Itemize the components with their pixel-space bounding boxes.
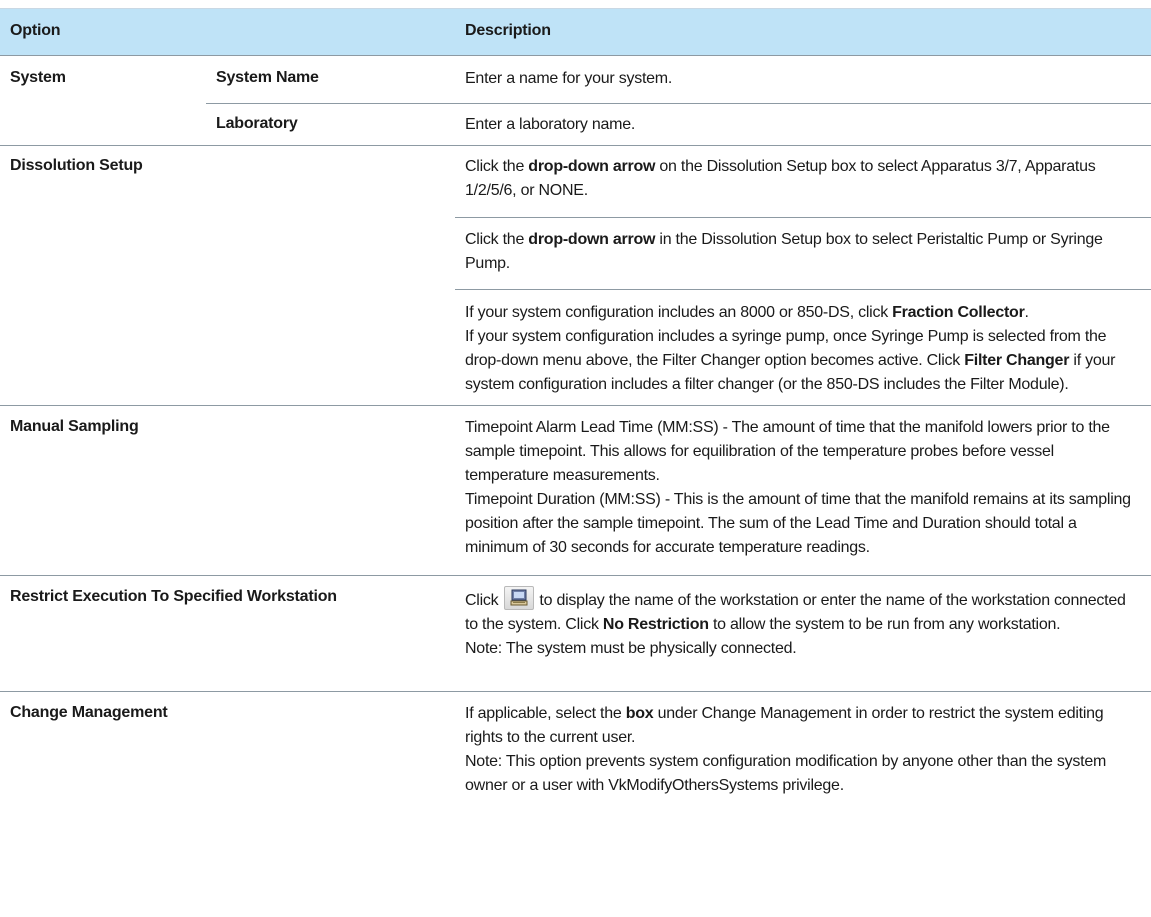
table-row-system-name: System System Name Enter a name for your…: [0, 56, 1151, 104]
option-system: System: [10, 69, 66, 86]
table-row-change-management: Change Management If applicable, select …: [0, 692, 1151, 800]
description-dissolution-pump: Click the drop-down arrow in the Dissolu…: [465, 231, 1103, 272]
description-change-management: If applicable, select the box under Chan…: [465, 705, 1107, 794]
options-table: Option Description System System Name En…: [0, 9, 1151, 800]
description-dissolution-apparatus: Click the drop-down arrow on the Dissolu…: [465, 158, 1096, 199]
option-manual-sampling: Manual Sampling: [10, 418, 139, 435]
header-description: Description: [465, 22, 551, 39]
row-divider: [455, 289, 1151, 290]
row-divider: [455, 217, 1151, 218]
table-row-manual-sampling: Manual Sampling Timepoint Alarm Lead Tim…: [0, 406, 1151, 576]
description-restrict-execution: Click to display the name of the workstat…: [465, 586, 1141, 661]
description-manual-sampling: Timepoint Alarm Lead Time (MM:SS) - The …: [465, 419, 1131, 556]
description-laboratory: Enter a laboratory name.: [465, 116, 636, 133]
table-row-dissolution-setup: Dissolution Setup Click the drop-down ar…: [0, 146, 1151, 406]
table-row-laboratory: Laboratory Enter a laboratory name.: [0, 103, 1151, 146]
table-row-restrict-execution: Restrict Execution To Specified Workstat…: [0, 576, 1151, 692]
workstation-computer-icon[interactable]: [504, 586, 535, 610]
description-dissolution-collector: If your system configuration includes an…: [465, 304, 1116, 393]
option-change-management: Change Management: [10, 704, 168, 721]
suboption-system-name: System Name: [216, 69, 319, 86]
option-dissolution-setup: Dissolution Setup: [10, 157, 143, 174]
header-option: Option: [10, 22, 61, 39]
description-system-name: Enter a name for your system.: [465, 70, 673, 87]
table-header: Option Description: [0, 9, 1151, 56]
option-restrict-execution: Restrict Execution To Specified Workstat…: [10, 588, 337, 605]
suboption-laboratory: Laboratory: [216, 115, 298, 132]
